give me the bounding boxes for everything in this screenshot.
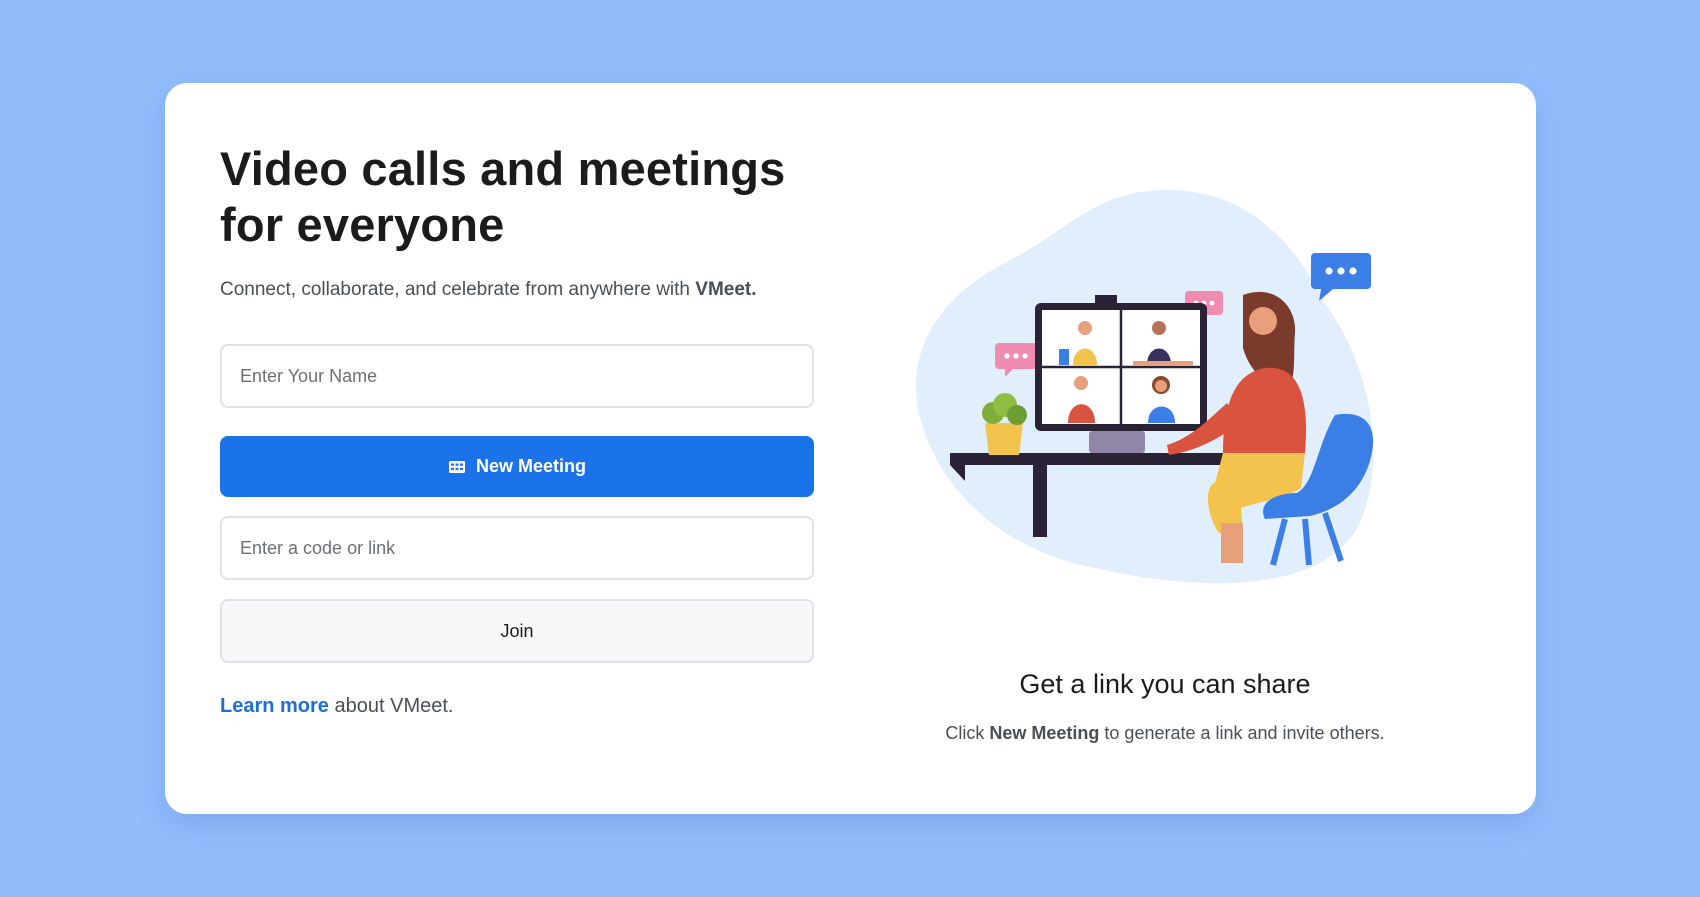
- landing-card: Video calls and meetings for everyone Co…: [165, 83, 1536, 814]
- new-meeting-button[interactable]: New Meeting: [220, 436, 814, 497]
- learn-more-link[interactable]: Learn more: [220, 695, 329, 717]
- subtitle-text: Connect, collaborate, and celebrate from…: [220, 279, 690, 300]
- page-title: Video calls and meetings for everyone: [220, 141, 840, 253]
- promo-text-prefix: Click: [945, 723, 985, 743]
- promo-text-suffix: to generate a link and invite others.: [1104, 723, 1385, 743]
- page-subtitle: Connect, collaborate, and celebrate from…: [220, 279, 860, 301]
- join-label: Join: [500, 620, 534, 641]
- page-title-line1: Video calls and meetings: [220, 142, 786, 195]
- promo-text: Click New Meeting to generate a link and…: [905, 723, 1425, 744]
- brand-name: VMeet.: [695, 279, 757, 300]
- learn-more-suffix: about VMeet.: [334, 695, 454, 717]
- promo-text-bold: New Meeting: [989, 723, 1100, 743]
- meeting-code-input[interactable]: [220, 516, 814, 580]
- learn-more-line: Learn more about VMeet.: [220, 695, 453, 718]
- video-grid-icon: [448, 460, 465, 473]
- page-title-line2: for everyone: [220, 198, 505, 251]
- join-button[interactable]: Join: [220, 599, 814, 663]
- promo-title: Get a link you can share: [1019, 669, 1311, 699]
- right-panel: Get a link you can share Click New Meeti…: [905, 83, 1505, 814]
- video-call-illustration: [916, 190, 1374, 584]
- new-meeting-label: New Meeting: [475, 456, 586, 476]
- name-input[interactable]: [220, 344, 814, 408]
